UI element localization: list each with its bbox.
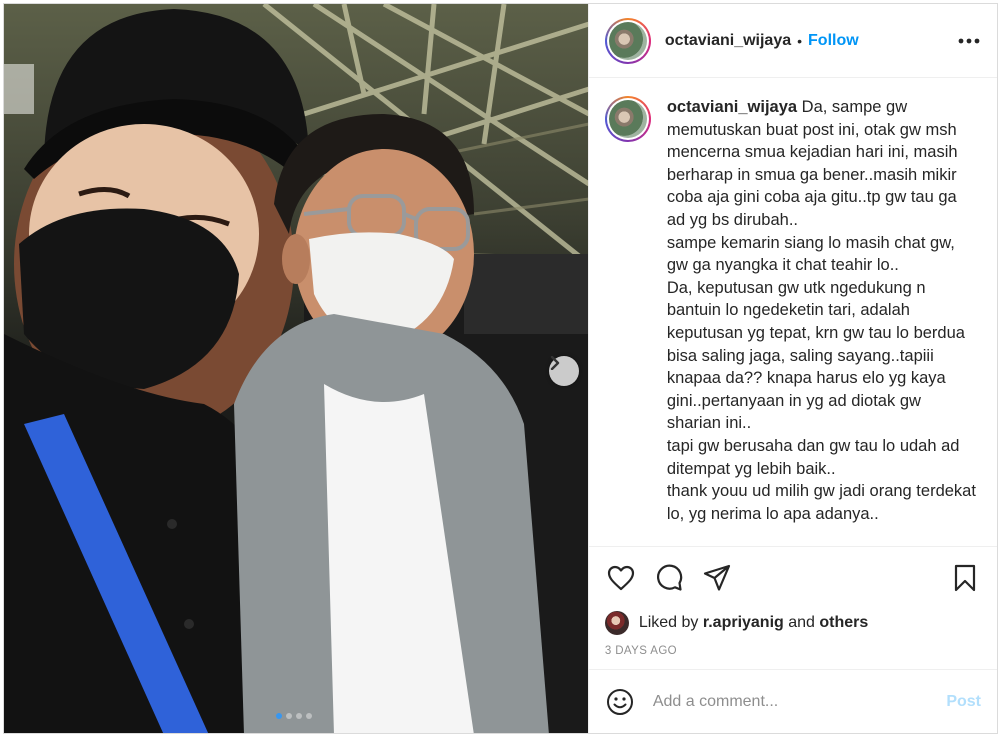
header-separator: • [797,32,803,49]
post-timestamp[interactable]: 3 DAYS AGO [605,645,981,669]
header-username[interactable]: octaviani_wijaya [665,32,791,50]
likes-summary: Liked by r.apriyanig and others [604,609,981,637]
save-button[interactable] [949,562,981,594]
post-side-panel: octaviani_wijaya • Follow octaviani_wija… [587,4,997,733]
post-photo[interactable] [4,4,588,733]
avatar-image [608,21,647,60]
post-caption: octaviani_wijaya Da, sampe gw memutuskan… [667,96,977,546]
comment-input[interactable] [652,692,947,711]
paper-plane-icon [703,564,730,591]
carousel-dot [286,713,292,719]
likes-others-link[interactable]: others [819,614,868,632]
post-dialog: octaviani_wijaya • Follow octaviani_wija… [3,3,998,734]
next-slide-button[interactable] [549,356,579,386]
bookmark-icon [954,564,976,592]
liker-username[interactable]: r.apriyanig [703,614,784,632]
photo-illustration [4,4,588,733]
emoji-button[interactable] [605,687,635,717]
post-header: octaviani_wijaya • Follow [588,4,997,78]
likes-prefix: Liked by [638,614,699,631]
smiley-icon [606,688,633,715]
carousel-dot [296,713,302,719]
carousel-indicator [276,713,312,719]
more-options-button[interactable] [957,29,981,53]
caption-text: Da, sampe gw memutuskan buat post ini, o… [666,98,976,523]
comment-icon [656,564,683,591]
avatar[interactable] [604,17,651,64]
carousel-dot [306,713,312,719]
liker-avatar[interactable] [604,611,629,635]
action-bar [605,547,981,609]
like-button[interactable] [605,562,637,594]
comment-button[interactable] [653,562,685,594]
more-horizontal-icon [958,38,980,43]
share-button[interactable] [701,562,733,594]
heart-icon [607,565,634,591]
avatar-image [608,100,647,138]
post-comment-button[interactable]: Post [946,693,981,711]
carousel-dot [276,713,282,719]
caption-username[interactable]: octaviani_wijaya [667,98,797,116]
chevron-right-icon [550,356,560,370]
follow-button[interactable]: Follow [808,32,859,50]
add-comment-bar: Post [588,669,997,733]
post-footer: Liked by r.apriyanig and others 3 DAYS A… [588,546,997,669]
likes-middle: and [788,614,815,631]
caption-avatar[interactable] [604,96,651,142]
comments-section[interactable]: octaviani_wijaya Da, sampe gw memutuskan… [589,78,997,546]
